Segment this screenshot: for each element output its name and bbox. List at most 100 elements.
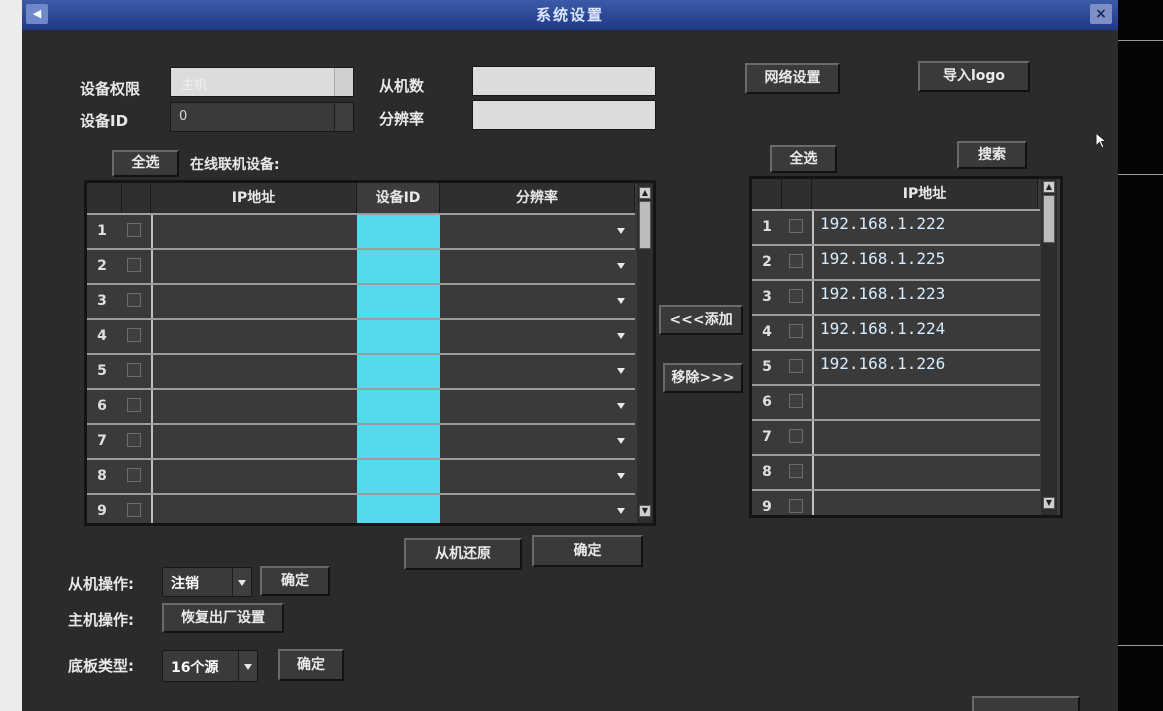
- row-number: 6: [762, 394, 772, 410]
- table-row[interactable]: 5: [87, 353, 635, 388]
- row-number: 4: [97, 328, 107, 344]
- chevron-down-icon[interactable]: [244, 664, 252, 670]
- header-device-id: 设备ID: [357, 183, 440, 213]
- title-bar: ◀ 系统设置 ×: [22, 0, 1118, 30]
- table-row[interactable]: 6: [752, 384, 1040, 419]
- table-row[interactable]: 1: [87, 213, 635, 248]
- table-row[interactable]: 4 192.168.1.224: [752, 314, 1040, 349]
- resolution-field[interactable]: [472, 100, 656, 130]
- close-icon[interactable]: ×: [1090, 4, 1112, 24]
- row-number: 9: [97, 503, 107, 519]
- table-row[interactable]: 6: [87, 388, 635, 423]
- table-row[interactable]: 2 192.168.1.225: [752, 244, 1040, 279]
- slave-operation-value: 注销: [171, 576, 199, 592]
- network-settings-button[interactable]: 网络设置: [745, 63, 840, 94]
- resolution-dropdown-icon[interactable]: [617, 438, 625, 444]
- row-checkbox[interactable]: [789, 219, 803, 233]
- remove-button[interactable]: 移除>>>: [663, 363, 743, 393]
- header-ip: IP地址: [151, 183, 357, 213]
- board-confirm-button[interactable]: 确定: [278, 649, 344, 681]
- table-row[interactable]: 7: [87, 423, 635, 458]
- factory-reset-button[interactable]: 恢复出厂设置: [162, 603, 284, 633]
- resolution-dropdown-icon[interactable]: [617, 508, 625, 514]
- row-checkbox[interactable]: [127, 223, 141, 237]
- device-permission-select[interactable]: 主机: [170, 67, 354, 97]
- row-number: 8: [97, 468, 107, 484]
- resolution-dropdown-icon[interactable]: [617, 473, 625, 479]
- table-row[interactable]: 2: [87, 248, 635, 283]
- row-checkbox[interactable]: [789, 289, 803, 303]
- table-row[interactable]: 4: [87, 318, 635, 353]
- table-row[interactable]: 8: [752, 454, 1040, 489]
- row-number: 7: [97, 433, 107, 449]
- resolution-dropdown-icon[interactable]: [617, 333, 625, 339]
- select-all-left-button[interactable]: 全选: [112, 150, 179, 177]
- board-type-select[interactable]: 16个源: [162, 650, 258, 682]
- chevron-down-icon[interactable]: [238, 580, 246, 586]
- row-checkbox[interactable]: [789, 359, 803, 373]
- left-table-scrollbar[interactable]: ▲ ▼: [637, 183, 653, 523]
- resolution-dropdown-icon[interactable]: [617, 368, 625, 374]
- ip-address: 192.168.1.223: [820, 284, 946, 303]
- right-table-scrollbar[interactable]: ▲ ▼: [1041, 179, 1057, 515]
- row-checkbox[interactable]: [127, 468, 141, 482]
- partial-button[interactable]: [972, 696, 1080, 711]
- slave-restore-button[interactable]: 从机还原: [404, 538, 522, 570]
- row-checkbox[interactable]: [789, 254, 803, 268]
- row-checkbox[interactable]: [789, 464, 803, 478]
- background-line: [1118, 645, 1163, 646]
- scroll-up-icon[interactable]: ▲: [1043, 181, 1055, 193]
- table-row[interactable]: 7: [752, 419, 1040, 454]
- import-logo-button[interactable]: 导入logo: [918, 61, 1030, 92]
- table-row[interactable]: 5 192.168.1.226: [752, 349, 1040, 384]
- row-checkbox[interactable]: [127, 328, 141, 342]
- resolution-dropdown-icon[interactable]: [617, 263, 625, 269]
- header-ip: IP地址: [812, 179, 1038, 209]
- row-checkbox[interactable]: [789, 429, 803, 443]
- scroll-thumb[interactable]: [1043, 195, 1055, 243]
- device-id-field[interactable]: 0: [170, 102, 354, 132]
- row-checkbox[interactable]: [127, 258, 141, 272]
- dropdown-arrow-cell: [334, 103, 353, 131]
- row-number: 3: [97, 293, 107, 309]
- device-permission-value: 主机: [181, 78, 208, 93]
- row-checkbox[interactable]: [789, 394, 803, 408]
- row-checkbox[interactable]: [789, 324, 803, 338]
- table-row[interactable]: 3: [87, 283, 635, 318]
- scroll-thumb[interactable]: [639, 201, 651, 249]
- row-checkbox[interactable]: [789, 499, 803, 513]
- table-row[interactable]: 3 192.168.1.223: [752, 279, 1040, 314]
- search-button[interactable]: 搜索: [957, 141, 1027, 169]
- row-number: 1: [762, 219, 772, 235]
- row-number: 2: [97, 258, 107, 274]
- slave-confirm-button[interactable]: 确定: [260, 566, 330, 596]
- resolution-dropdown-icon[interactable]: [617, 228, 625, 234]
- background-line: [1118, 174, 1163, 175]
- row-checkbox[interactable]: [127, 398, 141, 412]
- table-row[interactable]: 1 192.168.1.222: [752, 209, 1040, 244]
- host-operation-label: 主机操作:: [68, 611, 134, 629]
- table-row[interactable]: 8: [87, 458, 635, 493]
- table-row[interactable]: 9: [87, 493, 635, 523]
- scroll-down-icon[interactable]: ▼: [639, 505, 651, 517]
- select-all-right-button[interactable]: 全选: [770, 145, 837, 173]
- header-number: [87, 183, 122, 213]
- add-button[interactable]: <<<添加: [659, 305, 743, 335]
- device-id-value: 0: [179, 109, 188, 124]
- row-checkbox[interactable]: [127, 503, 141, 517]
- scroll-down-icon[interactable]: ▼: [1043, 497, 1055, 509]
- slave-count-field[interactable]: [472, 66, 656, 96]
- row-number: 5: [762, 359, 772, 375]
- online-devices-label: 在线联机设备:: [190, 157, 280, 173]
- board-type-label: 底板类型:: [68, 657, 134, 675]
- row-checkbox[interactable]: [127, 363, 141, 377]
- confirm-button[interactable]: 确定: [532, 535, 643, 567]
- slave-operation-select[interactable]: 注销: [162, 567, 252, 597]
- scroll-up-icon[interactable]: ▲: [639, 187, 651, 199]
- row-number: 7: [762, 429, 772, 445]
- row-checkbox[interactable]: [127, 293, 141, 307]
- resolution-dropdown-icon[interactable]: [617, 298, 625, 304]
- row-checkbox[interactable]: [127, 433, 141, 447]
- resolution-dropdown-icon[interactable]: [617, 403, 625, 409]
- table-row[interactable]: 9: [752, 489, 1040, 515]
